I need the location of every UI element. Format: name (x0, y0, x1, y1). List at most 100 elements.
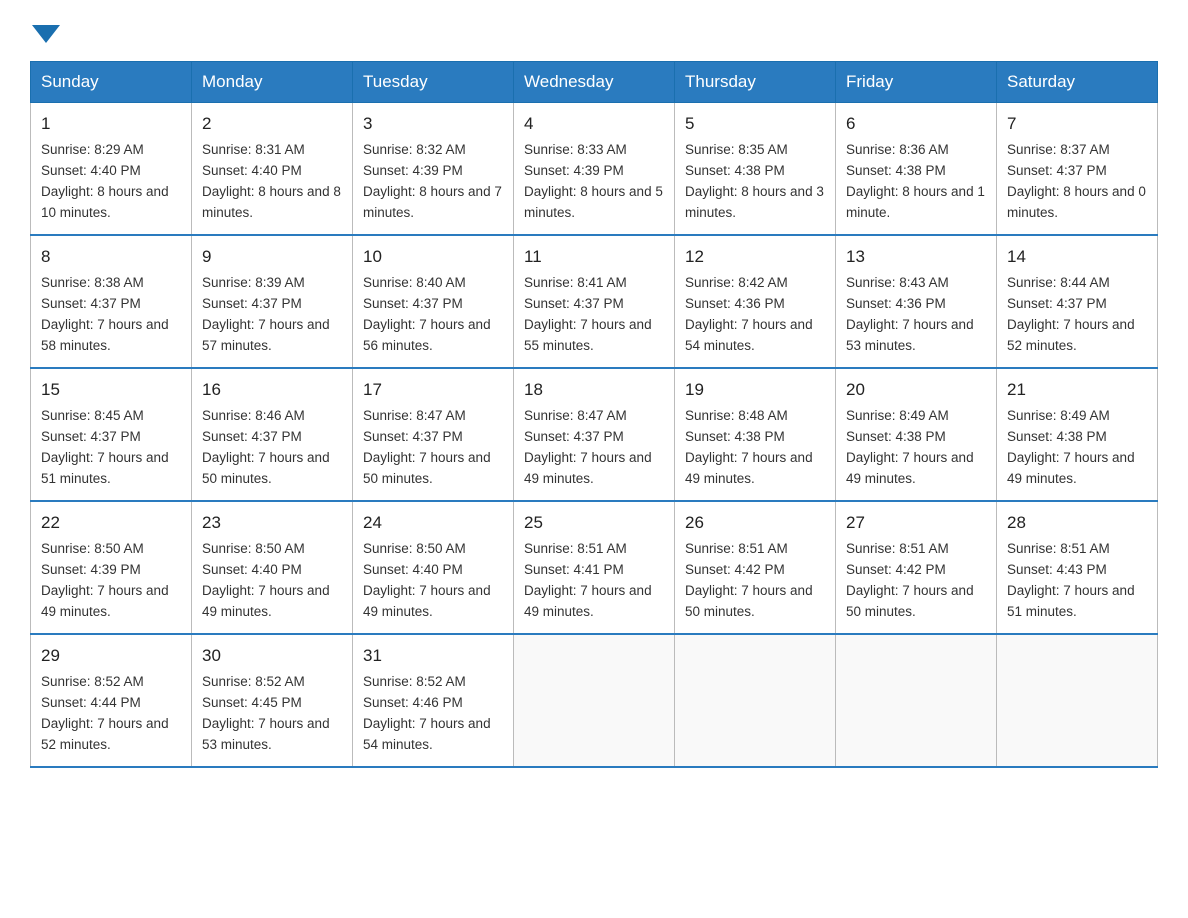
calendar-cell (514, 634, 675, 767)
day-info: Sunrise: 8:50 AMSunset: 4:40 PMDaylight:… (202, 541, 330, 619)
calendar-cell: 29 Sunrise: 8:52 AMSunset: 4:44 PMDaylig… (31, 634, 192, 767)
day-number: 10 (363, 244, 503, 270)
calendar-cell: 21 Sunrise: 8:49 AMSunset: 4:38 PMDaylig… (997, 368, 1158, 501)
day-number: 18 (524, 377, 664, 403)
column-header-saturday: Saturday (997, 62, 1158, 103)
day-info: Sunrise: 8:47 AMSunset: 4:37 PMDaylight:… (524, 408, 652, 486)
calendar-cell: 2 Sunrise: 8:31 AMSunset: 4:40 PMDayligh… (192, 103, 353, 236)
day-number: 6 (846, 111, 986, 137)
day-number: 14 (1007, 244, 1147, 270)
calendar-cell: 7 Sunrise: 8:37 AMSunset: 4:37 PMDayligh… (997, 103, 1158, 236)
calendar-cell: 27 Sunrise: 8:51 AMSunset: 4:42 PMDaylig… (836, 501, 997, 634)
day-info: Sunrise: 8:38 AMSunset: 4:37 PMDaylight:… (41, 275, 169, 353)
calendar-cell: 22 Sunrise: 8:50 AMSunset: 4:39 PMDaylig… (31, 501, 192, 634)
day-info: Sunrise: 8:52 AMSunset: 4:46 PMDaylight:… (363, 674, 491, 752)
day-number: 20 (846, 377, 986, 403)
day-number: 4 (524, 111, 664, 137)
calendar-cell: 3 Sunrise: 8:32 AMSunset: 4:39 PMDayligh… (353, 103, 514, 236)
day-info: Sunrise: 8:36 AMSunset: 4:38 PMDaylight:… (846, 142, 985, 220)
calendar-cell: 19 Sunrise: 8:48 AMSunset: 4:38 PMDaylig… (675, 368, 836, 501)
logo (30, 20, 60, 43)
day-number: 5 (685, 111, 825, 137)
day-number: 29 (41, 643, 181, 669)
day-number: 22 (41, 510, 181, 536)
calendar-header-row: SundayMondayTuesdayWednesdayThursdayFrid… (31, 62, 1158, 103)
day-number: 15 (41, 377, 181, 403)
day-info: Sunrise: 8:51 AMSunset: 4:41 PMDaylight:… (524, 541, 652, 619)
calendar-week-row: 29 Sunrise: 8:52 AMSunset: 4:44 PMDaylig… (31, 634, 1158, 767)
logo-triangle-icon (32, 25, 60, 43)
calendar-cell: 8 Sunrise: 8:38 AMSunset: 4:37 PMDayligh… (31, 235, 192, 368)
calendar-cell: 15 Sunrise: 8:45 AMSunset: 4:37 PMDaylig… (31, 368, 192, 501)
day-number: 28 (1007, 510, 1147, 536)
day-number: 2 (202, 111, 342, 137)
calendar-cell: 1 Sunrise: 8:29 AMSunset: 4:40 PMDayligh… (31, 103, 192, 236)
day-info: Sunrise: 8:31 AMSunset: 4:40 PMDaylight:… (202, 142, 341, 220)
calendar-cell: 17 Sunrise: 8:47 AMSunset: 4:37 PMDaylig… (353, 368, 514, 501)
calendar-cell: 5 Sunrise: 8:35 AMSunset: 4:38 PMDayligh… (675, 103, 836, 236)
day-info: Sunrise: 8:42 AMSunset: 4:36 PMDaylight:… (685, 275, 813, 353)
day-number: 27 (846, 510, 986, 536)
calendar-table: SundayMondayTuesdayWednesdayThursdayFrid… (30, 61, 1158, 768)
day-number: 17 (363, 377, 503, 403)
calendar-cell: 14 Sunrise: 8:44 AMSunset: 4:37 PMDaylig… (997, 235, 1158, 368)
day-number: 9 (202, 244, 342, 270)
calendar-cell: 26 Sunrise: 8:51 AMSunset: 4:42 PMDaylig… (675, 501, 836, 634)
column-header-monday: Monday (192, 62, 353, 103)
calendar-cell: 24 Sunrise: 8:50 AMSunset: 4:40 PMDaylig… (353, 501, 514, 634)
calendar-cell: 11 Sunrise: 8:41 AMSunset: 4:37 PMDaylig… (514, 235, 675, 368)
column-header-sunday: Sunday (31, 62, 192, 103)
calendar-cell (836, 634, 997, 767)
day-number: 1 (41, 111, 181, 137)
calendar-week-row: 1 Sunrise: 8:29 AMSunset: 4:40 PMDayligh… (31, 103, 1158, 236)
day-info: Sunrise: 8:44 AMSunset: 4:37 PMDaylight:… (1007, 275, 1135, 353)
day-info: Sunrise: 8:29 AMSunset: 4:40 PMDaylight:… (41, 142, 169, 220)
calendar-cell: 25 Sunrise: 8:51 AMSunset: 4:41 PMDaylig… (514, 501, 675, 634)
day-number: 23 (202, 510, 342, 536)
calendar-cell: 12 Sunrise: 8:42 AMSunset: 4:36 PMDaylig… (675, 235, 836, 368)
calendar-cell: 20 Sunrise: 8:49 AMSunset: 4:38 PMDaylig… (836, 368, 997, 501)
day-info: Sunrise: 8:41 AMSunset: 4:37 PMDaylight:… (524, 275, 652, 353)
day-info: Sunrise: 8:40 AMSunset: 4:37 PMDaylight:… (363, 275, 491, 353)
day-info: Sunrise: 8:37 AMSunset: 4:37 PMDaylight:… (1007, 142, 1146, 220)
calendar-week-row: 15 Sunrise: 8:45 AMSunset: 4:37 PMDaylig… (31, 368, 1158, 501)
calendar-cell (997, 634, 1158, 767)
calendar-cell: 18 Sunrise: 8:47 AMSunset: 4:37 PMDaylig… (514, 368, 675, 501)
day-info: Sunrise: 8:39 AMSunset: 4:37 PMDaylight:… (202, 275, 330, 353)
day-info: Sunrise: 8:49 AMSunset: 4:38 PMDaylight:… (846, 408, 974, 486)
column-header-wednesday: Wednesday (514, 62, 675, 103)
day-info: Sunrise: 8:50 AMSunset: 4:40 PMDaylight:… (363, 541, 491, 619)
day-info: Sunrise: 8:51 AMSunset: 4:42 PMDaylight:… (685, 541, 813, 619)
column-header-tuesday: Tuesday (353, 62, 514, 103)
calendar-cell: 30 Sunrise: 8:52 AMSunset: 4:45 PMDaylig… (192, 634, 353, 767)
day-number: 24 (363, 510, 503, 536)
day-info: Sunrise: 8:45 AMSunset: 4:37 PMDaylight:… (41, 408, 169, 486)
page-header (30, 20, 1158, 43)
day-number: 12 (685, 244, 825, 270)
day-number: 3 (363, 111, 503, 137)
day-number: 13 (846, 244, 986, 270)
day-number: 30 (202, 643, 342, 669)
day-info: Sunrise: 8:49 AMSunset: 4:38 PMDaylight:… (1007, 408, 1135, 486)
calendar-week-row: 8 Sunrise: 8:38 AMSunset: 4:37 PMDayligh… (31, 235, 1158, 368)
calendar-cell: 13 Sunrise: 8:43 AMSunset: 4:36 PMDaylig… (836, 235, 997, 368)
calendar-cell: 31 Sunrise: 8:52 AMSunset: 4:46 PMDaylig… (353, 634, 514, 767)
calendar-cell: 28 Sunrise: 8:51 AMSunset: 4:43 PMDaylig… (997, 501, 1158, 634)
day-number: 11 (524, 244, 664, 270)
day-info: Sunrise: 8:50 AMSunset: 4:39 PMDaylight:… (41, 541, 169, 619)
day-info: Sunrise: 8:52 AMSunset: 4:44 PMDaylight:… (41, 674, 169, 752)
day-number: 8 (41, 244, 181, 270)
day-info: Sunrise: 8:43 AMSunset: 4:36 PMDaylight:… (846, 275, 974, 353)
calendar-cell: 23 Sunrise: 8:50 AMSunset: 4:40 PMDaylig… (192, 501, 353, 634)
day-number: 21 (1007, 377, 1147, 403)
day-info: Sunrise: 8:52 AMSunset: 4:45 PMDaylight:… (202, 674, 330, 752)
day-number: 16 (202, 377, 342, 403)
column-header-thursday: Thursday (675, 62, 836, 103)
calendar-cell (675, 634, 836, 767)
day-info: Sunrise: 8:46 AMSunset: 4:37 PMDaylight:… (202, 408, 330, 486)
day-info: Sunrise: 8:48 AMSunset: 4:38 PMDaylight:… (685, 408, 813, 486)
day-info: Sunrise: 8:47 AMSunset: 4:37 PMDaylight:… (363, 408, 491, 486)
day-info: Sunrise: 8:51 AMSunset: 4:42 PMDaylight:… (846, 541, 974, 619)
calendar-cell: 4 Sunrise: 8:33 AMSunset: 4:39 PMDayligh… (514, 103, 675, 236)
day-info: Sunrise: 8:51 AMSunset: 4:43 PMDaylight:… (1007, 541, 1135, 619)
